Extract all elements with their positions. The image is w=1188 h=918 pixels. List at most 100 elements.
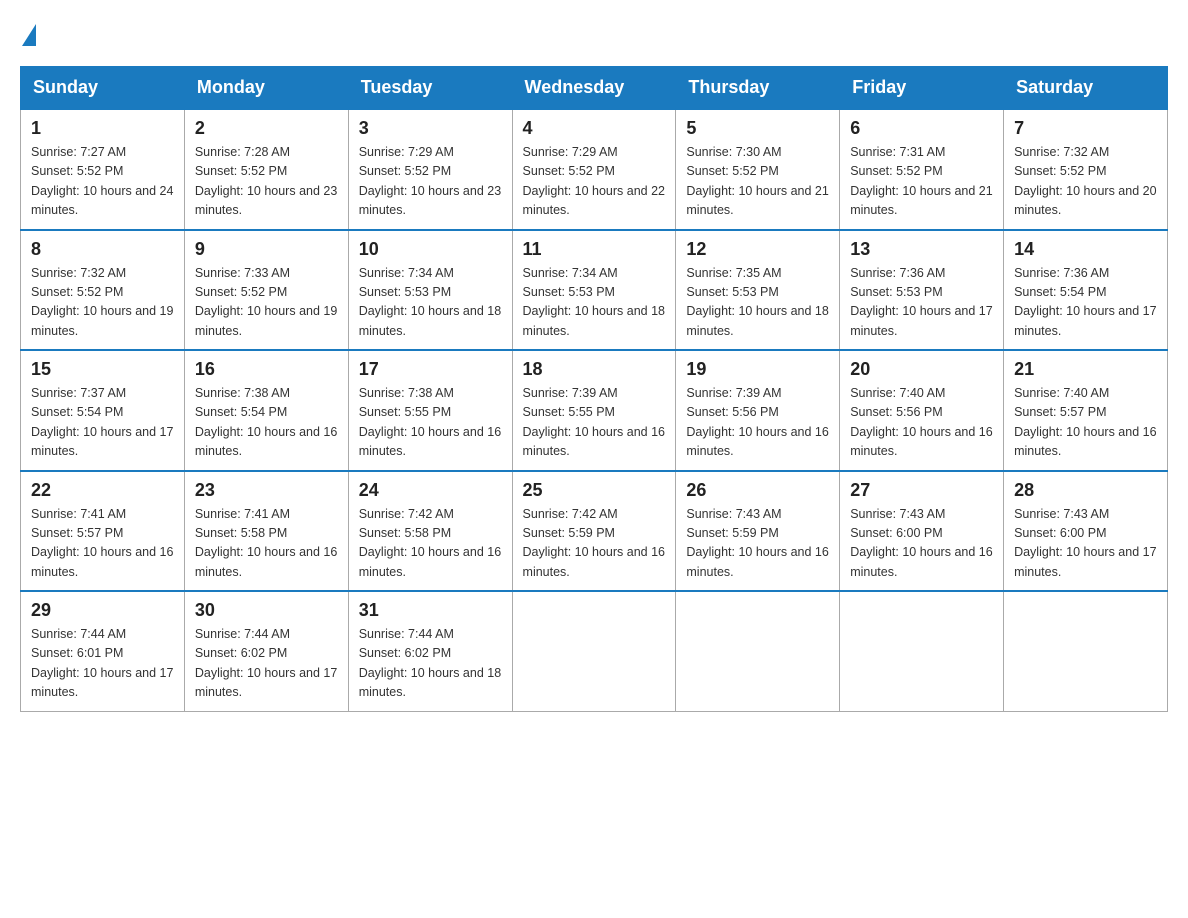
day-info: Sunrise: 7:30 AMSunset: 5:52 PMDaylight:… xyxy=(686,143,829,221)
calendar-day-7: 7 Sunrise: 7:32 AMSunset: 5:52 PMDaylight… xyxy=(1004,109,1168,230)
day-info: Sunrise: 7:39 AMSunset: 5:55 PMDaylight:… xyxy=(523,384,666,462)
day-number: 28 xyxy=(1014,480,1157,501)
day-number: 18 xyxy=(523,359,666,380)
calendar-day-17: 17 Sunrise: 7:38 AMSunset: 5:55 PMDayligh… xyxy=(348,350,512,471)
logo xyxy=(20,20,36,46)
calendar-day-5: 5 Sunrise: 7:30 AMSunset: 5:52 PMDaylight… xyxy=(676,109,840,230)
day-number: 10 xyxy=(359,239,502,260)
calendar-day-23: 23 Sunrise: 7:41 AMSunset: 5:58 PMDayligh… xyxy=(184,471,348,592)
day-info: Sunrise: 7:44 AMSunset: 6:01 PMDaylight:… xyxy=(31,625,174,703)
day-number: 2 xyxy=(195,118,338,139)
calendar-day-28: 28Sunrise: 7:43 AMSunset: 6:00 PMDayligh… xyxy=(1004,471,1168,592)
day-number: 16 xyxy=(195,359,338,380)
day-number: 14 xyxy=(1014,239,1157,260)
calendar-day-25: 25 Sunrise: 7:42 AMSunset: 5:59 PMDayligh… xyxy=(512,471,676,592)
day-number: 26 xyxy=(686,480,829,501)
calendar-day-4: 4 Sunrise: 7:29 AMSunset: 5:52 PMDaylight… xyxy=(512,109,676,230)
day-number: 20 xyxy=(850,359,993,380)
calendar-day-2: 2 Sunrise: 7:28 AMSunset: 5:52 PMDaylight… xyxy=(184,109,348,230)
day-info: Sunrise: 7:37 AMSunset: 5:54 PMDaylight:… xyxy=(31,384,174,462)
calendar-day-3: 3 Sunrise: 7:29 AMSunset: 5:52 PMDaylight… xyxy=(348,109,512,230)
day-info: Sunrise: 7:34 AMSunset: 5:53 PMDaylight:… xyxy=(523,264,666,342)
day-number: 27 xyxy=(850,480,993,501)
day-info: Sunrise: 7:41 AMSunset: 5:57 PMDaylight:… xyxy=(31,505,174,583)
day-number: 31 xyxy=(359,600,502,621)
day-info: Sunrise: 7:29 AMSunset: 5:52 PMDaylight:… xyxy=(523,143,666,221)
day-number: 8 xyxy=(31,239,174,260)
col-header-saturday: Saturday xyxy=(1004,67,1168,110)
day-info: Sunrise: 7:40 AMSunset: 5:56 PMDaylight:… xyxy=(850,384,993,462)
calendar-day-13: 13 Sunrise: 7:36 AMSunset: 5:53 PMDayligh… xyxy=(840,230,1004,351)
day-number: 11 xyxy=(523,239,666,260)
day-number: 6 xyxy=(850,118,993,139)
day-number: 12 xyxy=(686,239,829,260)
calendar-day-18: 18 Sunrise: 7:39 AMSunset: 5:55 PMDayligh… xyxy=(512,350,676,471)
day-info: Sunrise: 7:36 AMSunset: 5:54 PMDaylight:… xyxy=(1014,264,1157,342)
day-info: Sunrise: 7:44 AMSunset: 6:02 PMDaylight:… xyxy=(359,625,502,703)
calendar-week-3: 15 Sunrise: 7:37 AMSunset: 5:54 PMDayligh… xyxy=(21,350,1168,471)
day-number: 29 xyxy=(31,600,174,621)
page-header xyxy=(20,20,1168,46)
day-number: 3 xyxy=(359,118,502,139)
day-number: 22 xyxy=(31,480,174,501)
day-number: 9 xyxy=(195,239,338,260)
calendar-day-16: 16 Sunrise: 7:38 AMSunset: 5:54 PMDayligh… xyxy=(184,350,348,471)
empty-cell xyxy=(840,591,1004,711)
day-number: 19 xyxy=(686,359,829,380)
col-header-wednesday: Wednesday xyxy=(512,67,676,110)
day-number: 17 xyxy=(359,359,502,380)
calendar-day-15: 15 Sunrise: 7:37 AMSunset: 5:54 PMDayligh… xyxy=(21,350,185,471)
day-info: Sunrise: 7:33 AMSunset: 5:52 PMDaylight:… xyxy=(195,264,338,342)
day-number: 5 xyxy=(686,118,829,139)
calendar-day-31: 31 Sunrise: 7:44 AMSunset: 6:02 PMDayligh… xyxy=(348,591,512,711)
day-info: Sunrise: 7:40 AMSunset: 5:57 PMDaylight:… xyxy=(1014,384,1157,462)
day-info: Sunrise: 7:27 AMSunset: 5:52 PMDaylight:… xyxy=(31,143,174,221)
calendar-day-11: 11 Sunrise: 7:34 AMSunset: 5:53 PMDayligh… xyxy=(512,230,676,351)
calendar-day-8: 8Sunrise: 7:32 AMSunset: 5:52 PMDaylight… xyxy=(21,230,185,351)
day-number: 1 xyxy=(31,118,174,139)
day-info: Sunrise: 7:38 AMSunset: 5:54 PMDaylight:… xyxy=(195,384,338,462)
calendar-day-24: 24 Sunrise: 7:42 AMSunset: 5:58 PMDayligh… xyxy=(348,471,512,592)
day-info: Sunrise: 7:38 AMSunset: 5:55 PMDaylight:… xyxy=(359,384,502,462)
day-number: 23 xyxy=(195,480,338,501)
calendar-day-26: 26 Sunrise: 7:43 AMSunset: 5:59 PMDayligh… xyxy=(676,471,840,592)
day-info: Sunrise: 7:42 AMSunset: 5:58 PMDaylight:… xyxy=(359,505,502,583)
calendar-day-29: 29 Sunrise: 7:44 AMSunset: 6:01 PMDayligh… xyxy=(21,591,185,711)
calendar-day-21: 21 Sunrise: 7:40 AMSunset: 5:57 PMDayligh… xyxy=(1004,350,1168,471)
day-number: 7 xyxy=(1014,118,1157,139)
day-info: Sunrise: 7:31 AMSunset: 5:52 PMDaylight:… xyxy=(850,143,993,221)
day-info: Sunrise: 7:29 AMSunset: 5:52 PMDaylight:… xyxy=(359,143,502,221)
logo-triangle-icon xyxy=(22,24,36,46)
col-header-monday: Monday xyxy=(184,67,348,110)
calendar-day-14: 14 Sunrise: 7:36 AMSunset: 5:54 PMDayligh… xyxy=(1004,230,1168,351)
col-header-thursday: Thursday xyxy=(676,67,840,110)
day-number: 24 xyxy=(359,480,502,501)
empty-cell xyxy=(1004,591,1168,711)
day-info: Sunrise: 7:28 AMSunset: 5:52 PMDaylight:… xyxy=(195,143,338,221)
day-number: 25 xyxy=(523,480,666,501)
day-number: 13 xyxy=(850,239,993,260)
calendar-day-22: 22 Sunrise: 7:41 AMSunset: 5:57 PMDayligh… xyxy=(21,471,185,592)
empty-cell xyxy=(676,591,840,711)
calendar-week-5: 29 Sunrise: 7:44 AMSunset: 6:01 PMDayligh… xyxy=(21,591,1168,711)
col-header-sunday: Sunday xyxy=(21,67,185,110)
calendar-day-19: 19 Sunrise: 7:39 AMSunset: 5:56 PMDayligh… xyxy=(676,350,840,471)
calendar-day-30: 30Sunrise: 7:44 AMSunset: 6:02 PMDayligh… xyxy=(184,591,348,711)
day-info: Sunrise: 7:35 AMSunset: 5:53 PMDaylight:… xyxy=(686,264,829,342)
day-info: Sunrise: 7:41 AMSunset: 5:58 PMDaylight:… xyxy=(195,505,338,583)
day-info: Sunrise: 7:34 AMSunset: 5:53 PMDaylight:… xyxy=(359,264,502,342)
day-info: Sunrise: 7:32 AMSunset: 5:52 PMDaylight:… xyxy=(1014,143,1157,221)
day-info: Sunrise: 7:43 AMSunset: 5:59 PMDaylight:… xyxy=(686,505,829,583)
calendar-day-1: 1 Sunrise: 7:27 AMSunset: 5:52 PMDaylight… xyxy=(21,109,185,230)
calendar-day-12: 12 Sunrise: 7:35 AMSunset: 5:53 PMDayligh… xyxy=(676,230,840,351)
day-info: Sunrise: 7:44 AMSunset: 6:02 PMDaylight:… xyxy=(195,625,338,703)
calendar-week-1: 1 Sunrise: 7:27 AMSunset: 5:52 PMDaylight… xyxy=(21,109,1168,230)
day-number: 4 xyxy=(523,118,666,139)
col-header-tuesday: Tuesday xyxy=(348,67,512,110)
calendar-day-6: 6 Sunrise: 7:31 AMSunset: 5:52 PMDaylight… xyxy=(840,109,1004,230)
day-info: Sunrise: 7:39 AMSunset: 5:56 PMDaylight:… xyxy=(686,384,829,462)
day-info: Sunrise: 7:42 AMSunset: 5:59 PMDaylight:… xyxy=(523,505,666,583)
day-number: 15 xyxy=(31,359,174,380)
day-number: 21 xyxy=(1014,359,1157,380)
day-info: Sunrise: 7:36 AMSunset: 5:53 PMDaylight:… xyxy=(850,264,993,342)
